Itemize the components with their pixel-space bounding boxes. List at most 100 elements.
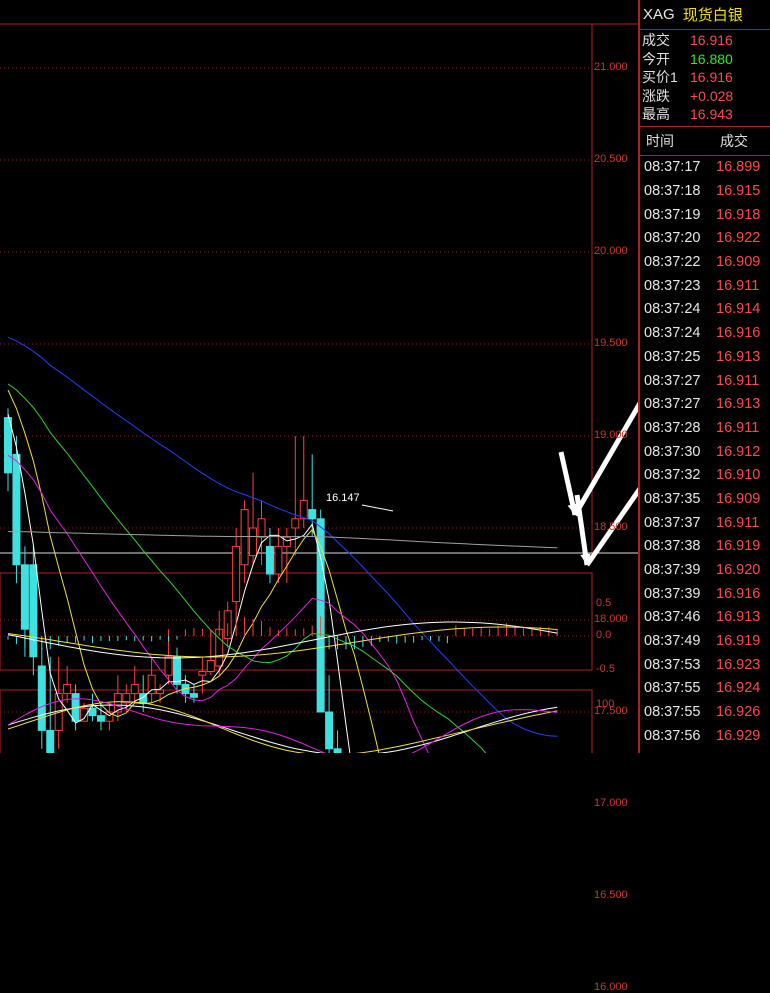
tick-row[interactable]: 08:37:55 16.924 (640, 677, 770, 701)
tick-price: 16.923 (716, 656, 761, 673)
ticks-list[interactable]: 08:37:17 16.899 08:37:18 16.915 08:37:19 16.9… (640, 156, 770, 748)
quote-value: 16.943 (690, 106, 733, 123)
y-tick-label: 19.000 (594, 429, 628, 441)
candle-body (147, 674, 156, 695)
tick-price: 16.909 (716, 254, 761, 271)
tick-time: 08:37:24 (644, 301, 701, 318)
candle-body (63, 683, 72, 695)
quote-value: +0.028 (690, 87, 734, 104)
candle-body (12, 453, 21, 566)
tick-row[interactable]: 08:37:30 16.912 (640, 440, 770, 464)
oscillator2-tick-label: 100 (596, 698, 615, 710)
kline-chart-svg[interactable] (0, 0, 638, 753)
tick-row[interactable]: 08:37:24 16.914 (640, 298, 770, 322)
tick-row[interactable]: 08:37:19 16.918 (640, 203, 770, 227)
candle-body (173, 656, 181, 685)
candle-body (325, 711, 334, 750)
tick-price: 16.915 (716, 183, 761, 200)
quote-side-panel: XAG 现货白银 成交 16.916 今开 16.880 买价1 16.916 … (638, 0, 770, 753)
tick-row[interactable]: 08:37:55 16.926 (640, 700, 770, 724)
tick-price: 16.914 (716, 301, 761, 318)
quote-label: 成交 (642, 32, 670, 49)
tick-row[interactable]: 08:37:53 16.923 (640, 653, 770, 677)
tick-row[interactable]: 08:37:37 16.911 (640, 511, 770, 535)
tick-row[interactable]: 08:37:17 16.899 (640, 156, 770, 180)
candle-body (198, 671, 207, 676)
quote-row-open: 今开 16.880 (640, 50, 770, 69)
tick-row[interactable]: 08:37:39 16.920 (640, 558, 770, 582)
y-tick-label: 20.000 (594, 245, 628, 257)
candle-body (249, 527, 258, 557)
candle-body (333, 748, 342, 753)
oscillator2-j-line (7, 698, 558, 753)
tick-row[interactable]: 08:37:46 16.913 (640, 606, 770, 630)
tick-row[interactable]: 08:37:24 16.916 (640, 321, 770, 345)
tick-row[interactable]: 08:37:56 16.929 (640, 724, 770, 748)
tick-time: 08:37:24 (644, 325, 701, 342)
tick-row[interactable]: 08:37:22 16.909 (640, 250, 770, 274)
y-tick-label: 18.500 (594, 521, 628, 533)
tick-time: 08:37:20 (644, 230, 701, 247)
quote-row-last: 成交 16.916 (640, 31, 770, 50)
candle-body (20, 564, 29, 630)
oscillator1-dea-line (7, 626, 558, 658)
quote-label: 今开 (642, 50, 670, 67)
quote-value: 16.880 (690, 50, 733, 67)
tick-price: 16.909 (716, 490, 761, 507)
tick-row[interactable]: 08:37:20 16.922 (640, 227, 770, 251)
tick-price: 16.899 (716, 159, 761, 176)
tick-row[interactable]: 08:37:23 16.911 (640, 274, 770, 298)
tick-price: 16.926 (716, 704, 761, 721)
tick-time: 08:37:27 (644, 372, 701, 389)
tick-row[interactable]: 08:37:32 16.910 (640, 463, 770, 487)
tick-time: 08:37:32 (644, 467, 701, 484)
tick-time: 08:37:17 (644, 159, 701, 176)
oscillator1-tick-label: -0.5 (596, 663, 615, 675)
tick-time: 08:37:38 (644, 538, 701, 555)
tick-row[interactable]: 08:37:35 16.909 (640, 487, 770, 511)
tick-price: 16.920 (716, 562, 761, 579)
tick-time: 08:37:39 (644, 585, 701, 602)
y-tick-label: 20.500 (594, 153, 628, 165)
candle-body (291, 518, 300, 529)
candle-body (96, 715, 105, 722)
tick-time: 08:37:22 (644, 254, 701, 271)
candle-body (130, 683, 139, 695)
symbol-header[interactable]: XAG 现货白银 (640, 0, 770, 30)
tick-row[interactable]: 08:37:39 16.916 (640, 582, 770, 606)
tick-time: 08:37:35 (644, 490, 701, 507)
tick-time: 08:37:55 (644, 680, 701, 697)
tick-row[interactable]: 08:37:49 16.919 (640, 629, 770, 653)
candle-body (274, 545, 283, 575)
ma30-line (7, 383, 487, 753)
quote-row-high: 最高 16.943 (640, 105, 770, 124)
tick-price: 16.924 (716, 680, 761, 697)
tick-price: 16.913 (716, 396, 761, 413)
y-tick-label: 17.000 (594, 797, 628, 809)
y-tick-label: 21.000 (594, 61, 628, 73)
tick-time: 08:37:39 (644, 562, 701, 579)
tick-row[interactable]: 08:37:25 16.913 (640, 345, 770, 369)
tick-row[interactable]: 08:37:27 16.911 (640, 369, 770, 393)
oscillator1-tick-label: 0.5 (596, 597, 612, 609)
symbol-code: XAG (643, 6, 675, 23)
tick-time: 08:37:56 (644, 727, 701, 744)
kline-chart-area[interactable]: 16.147 21.000 20.500 20.000 19.500 19.000 18.… (0, 0, 638, 993)
candle-body (4, 417, 12, 474)
tick-time: 08:37:30 (644, 443, 701, 460)
tick-row[interactable]: 08:37:18 16.915 (640, 179, 770, 203)
ticks-header-time: 时间 (646, 132, 674, 149)
candle-body (282, 536, 291, 547)
tick-price: 16.911 (716, 419, 760, 436)
tick-price: 16.911 (716, 514, 760, 531)
tick-time: 08:37:49 (644, 633, 701, 650)
candle-body (232, 545, 241, 603)
tick-row[interactable]: 08:37:28 16.911 (640, 416, 770, 440)
oscillator1-frame (0, 572, 593, 671)
tick-time: 08:37:53 (644, 656, 701, 673)
y-tick-label: 16.000 (594, 981, 628, 993)
tick-row[interactable]: 08:37:27 16.913 (640, 392, 770, 416)
candle-body (299, 499, 308, 520)
tick-row[interactable]: 08:37:38 16.919 (640, 535, 770, 559)
candle-body (308, 509, 317, 520)
